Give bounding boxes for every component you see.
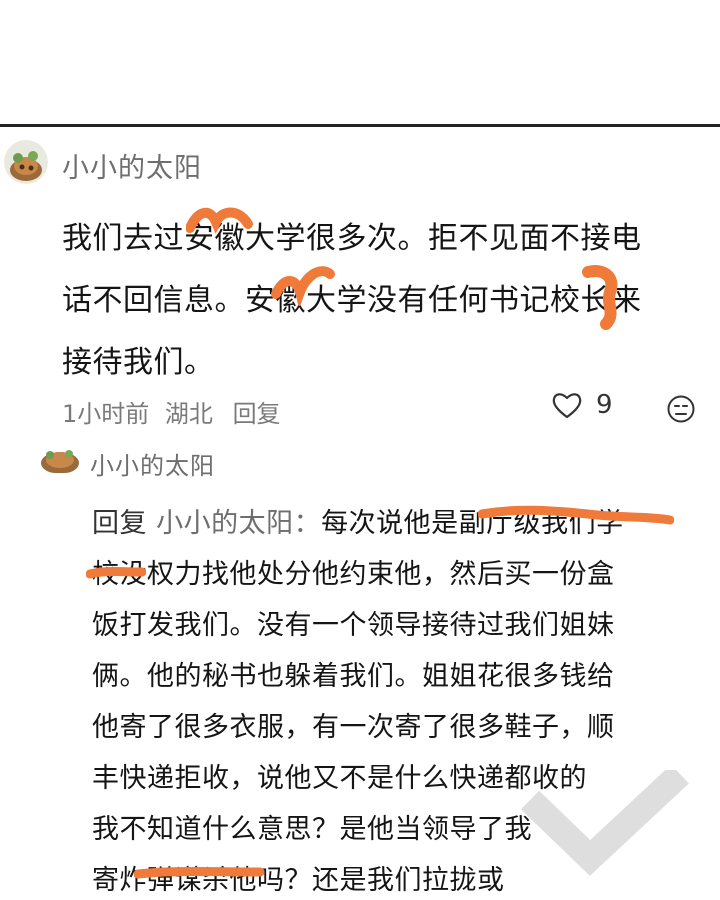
watermark-logo [520, 770, 689, 876]
comment-time: 1小时前 [62, 400, 150, 428]
redaction-mark [186, 207, 253, 234]
redaction-mark [134, 867, 264, 879]
comment-username[interactable]: 小小的太阳 [62, 146, 202, 185]
comment-header: 小小的太阳 [0, 138, 720, 190]
top-blank-area [0, 0, 720, 124]
comment-meta-row: 1小时前 湖北 回复 9 [62, 390, 702, 430]
reply-button[interactable]: 回复 [233, 400, 281, 428]
emoji-button[interactable] [666, 394, 696, 428]
emoji-face-icon [667, 395, 695, 423]
redaction-mark [478, 505, 674, 525]
like-count: 9 [596, 390, 613, 420]
comment-page: 小小的太阳 我们去过安徽大学很多次。拒不见面不接电 话不回信息。安徽大学没有任何… [0, 0, 720, 900]
reply-prefix: 回复 [92, 508, 147, 539]
reply-username[interactable]: 小小的太阳 [90, 446, 215, 481]
like-button[interactable]: 9 [552, 390, 613, 420]
heart-outline-icon [552, 393, 582, 419]
comment-location: 湖北 [164, 400, 213, 428]
redaction-mark [582, 265, 618, 330]
reply-target-user[interactable]: 小小的太阳： [156, 508, 321, 539]
redaction-mark [271, 266, 335, 306]
user-avatar[interactable] [4, 140, 48, 184]
reply-user-avatar[interactable] [40, 447, 80, 473]
redaction-mark [86, 567, 146, 579]
comment-meta: 1小时前 湖北 回复 [62, 394, 281, 429]
divider [0, 124, 720, 127]
